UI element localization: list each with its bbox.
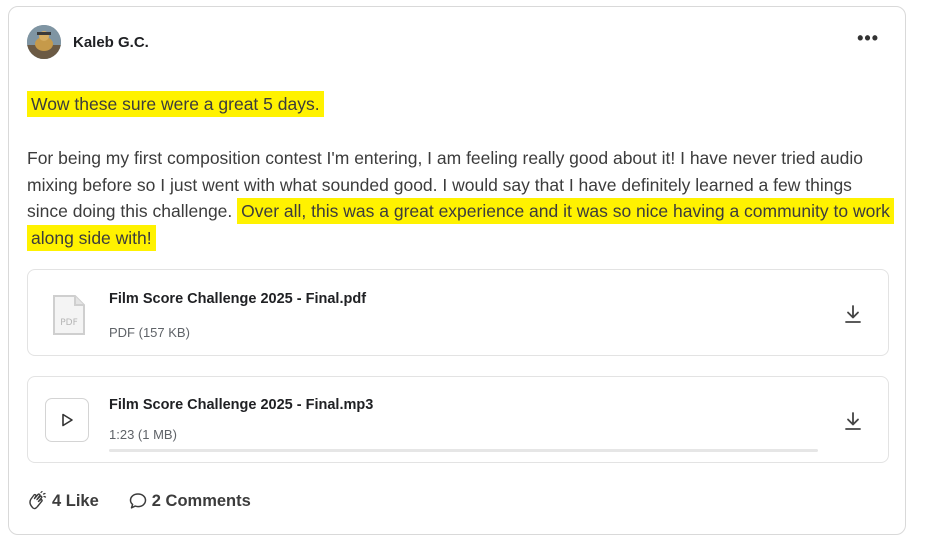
comment-icon [129, 493, 147, 509]
post-paragraph-2: For being my first composition contest I… [27, 145, 897, 251]
post-card: Kaleb G.C. ••• Wow these sure were a gre… [8, 6, 906, 535]
author-name[interactable]: Kaleb G.C. [73, 34, 149, 51]
comments-button[interactable]: 2 Comments [129, 492, 251, 511]
attachment-audio[interactable]: Film Score Challenge 2025 - Final.mp3 1:… [27, 376, 889, 463]
attachment-meta: 1:23 (1 MB) [109, 427, 177, 442]
like-button[interactable]: 4 Like [27, 491, 99, 511]
download-icon[interactable] [844, 411, 862, 431]
download-icon[interactable] [844, 304, 862, 324]
attachment-pdf[interactable]: PDF Film Score Challenge 2025 - Final.pd… [27, 269, 889, 356]
clapping-hands-icon [29, 491, 47, 510]
attachment-name[interactable]: Film Score Challenge 2025 - Final.mp3 [109, 397, 373, 413]
play-icon [62, 413, 73, 427]
audio-progress-bar[interactable] [109, 449, 818, 452]
attachment-meta: PDF (157 KB) [109, 325, 190, 340]
svg-text:PDF: PDF [60, 318, 78, 328]
attachment-name[interactable]: Film Score Challenge 2025 - Final.pdf [109, 291, 366, 307]
pdf-file-icon: PDF [52, 294, 86, 336]
play-button[interactable] [45, 398, 89, 442]
like-count[interactable]: 4 Like [52, 492, 99, 511]
avatar[interactable] [27, 25, 61, 59]
post-header: Kaleb G.C. [27, 25, 149, 59]
post-footer: 4 Like 2 Comments [27, 491, 251, 511]
post-paragraph-1: Wow these sure were a great 5 days. [27, 91, 897, 118]
comment-count[interactable]: 2 Comments [152, 492, 251, 511]
more-options-icon[interactable]: ••• [857, 29, 879, 47]
highlighted-text: Wow these sure were a great 5 days. [27, 91, 324, 117]
